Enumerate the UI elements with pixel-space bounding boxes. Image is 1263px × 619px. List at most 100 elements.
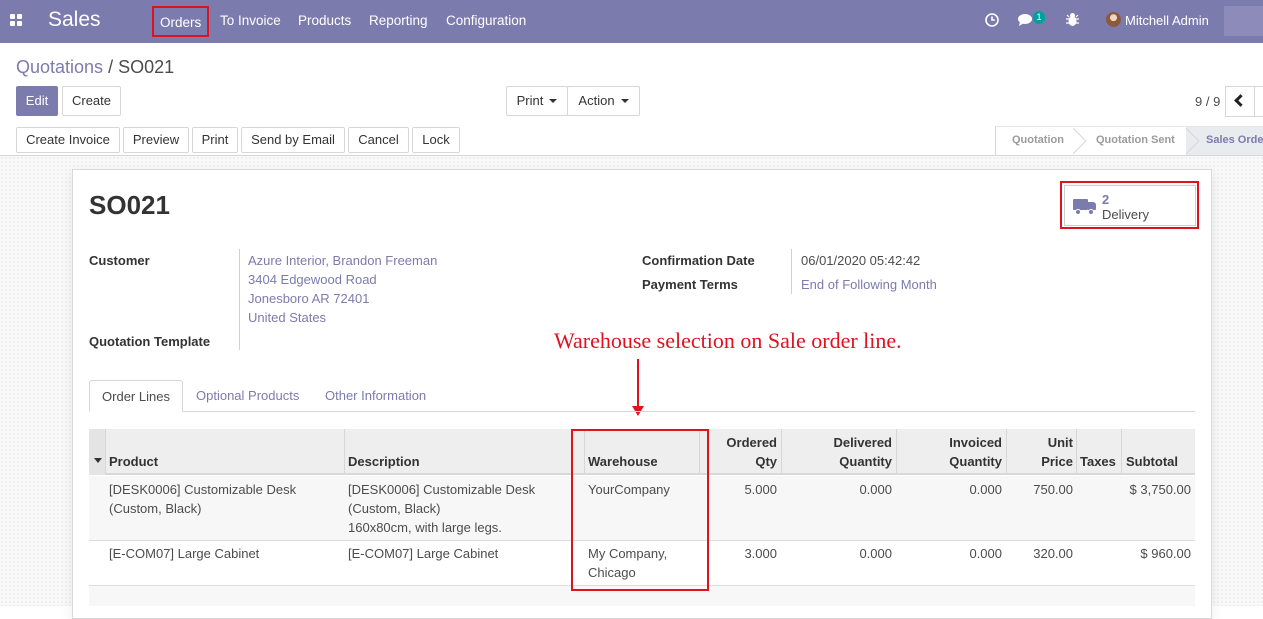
column-divider [105,429,106,475]
header-line: Unit [1047,435,1073,450]
annotation-text: Warehouse selection on Sale order line. [554,328,902,353]
cell-subtotal: $ 3,750.00 [1129,482,1191,497]
customer-label: Customer [89,253,150,268]
cell-subtotal: $ 960.00 [1140,546,1191,561]
action-label: Action [578,93,615,108]
preview-button[interactable]: Preview [123,127,189,153]
column-description[interactable]: Description [348,452,420,471]
confirmation-date-label: Confirmation Date [642,253,755,268]
column-product[interactable]: Product [109,452,158,471]
breadcrumb: Quotations / SO021 [16,57,174,78]
create-invoice-button[interactable]: Create Invoice [16,127,120,153]
header-line: Price [1041,454,1073,469]
header-line: Delivered [833,435,892,450]
statusbar-print-button[interactable]: Print [192,127,238,153]
stage-separator [1073,127,1091,155]
bug-icon[interactable] [1066,12,1079,27]
user-name[interactable]: Mitchell Admin [1125,13,1209,28]
customer-address-street: 3404 Edgewood Road [248,272,377,287]
app-name[interactable]: Sales [48,8,101,32]
tab-optional-products[interactable]: Optional Products [196,380,299,412]
column-ordered-qty[interactable]: Ordered Qty [704,433,777,471]
header-line: Invoiced [949,435,1002,450]
top-navbar: Sales Orders To Invoice Products Reporti… [0,0,1263,43]
column-subtotal[interactable]: Subtotal [1126,452,1178,471]
cell-product[interactable]: [E-COM07] Large Cabinet [109,544,259,563]
cell-unit-price[interactable]: 320.00 [1011,544,1073,563]
field-divider [239,249,240,350]
stage-sales-order[interactable]: Sales Order [1206,127,1263,155]
cell-description[interactable]: [E-COM07] Large Cabinet [348,544,498,563]
cell-delivered-qty[interactable]: 0.000 [786,480,892,499]
cell-product[interactable]: [DESK0006] Customizable Desk (Custom, Bla… [109,480,296,518]
stage-quotation[interactable]: Quotation [1012,127,1064,155]
cell-line: [DESK0006] Customizable Desk [109,482,297,497]
payment-terms-label: Payment Terms [642,277,738,292]
truck-icon [1073,199,1097,215]
chevron-left-icon [1234,94,1247,107]
column-invoiced-qty[interactable]: Invoiced Quantity [901,433,1002,471]
clock-icon[interactable] [985,13,999,27]
print-label: Print [516,93,544,108]
menu-configuration[interactable]: Configuration [446,13,526,28]
column-delivered-qty[interactable]: Delivered Quantity [786,433,892,471]
user-menu-overflow [1224,6,1263,36]
cell-line: 160x80cm, with large legs. [348,520,502,535]
edit-button[interactable]: Edit [16,86,58,116]
cell-description[interactable]: [DESK0006] Customizable Desk (Custom, Bla… [348,480,535,537]
column-taxes[interactable]: Taxes [1080,452,1116,471]
pager-previous-button[interactable] [1225,86,1255,117]
breadcrumb-separator: / [103,57,119,77]
quotation-template-label: Quotation Template [89,334,211,349]
column-divider [344,429,345,475]
record-title: SO021 [89,190,170,220]
highlight-box-warehouse [571,429,709,591]
column-divider [1006,429,1007,475]
cell-line: (Custom, Black) [348,501,441,516]
cell-unit-price[interactable]: 750.00 [1011,480,1073,499]
create-button[interactable]: Create [62,86,121,116]
annotation-arrow [637,359,639,408]
column-divider [896,429,897,475]
breadcrumb-current: SO021 [118,57,175,77]
caret-down-icon [549,98,558,103]
header-line: Qty [755,454,777,469]
apps-grid-icon[interactable] [10,14,23,27]
payment-terms-value[interactable]: End of Following Month [801,277,937,292]
customer-address-country: United States [248,310,327,325]
menu-orders[interactable]: Orders [152,6,210,37]
breadcrumb-quotations[interactable]: Quotations [16,57,103,77]
tab-other-information[interactable]: Other Information [325,380,426,412]
action-dropdown[interactable]: Action [567,86,640,116]
stage-quotation-sent[interactable]: Quotation Sent [1096,127,1175,155]
caret-down-icon [620,98,629,103]
pager-value[interactable]: 9 / 9 [1195,94,1220,109]
cell-delivered-qty[interactable]: 0.000 [786,544,892,563]
handle-column [89,429,105,475]
cell-ordered-qty[interactable]: 3.000 [704,544,777,563]
confirmation-date-value: 06/01/2020 05:42:42 [801,253,921,268]
column-unit-price[interactable]: Unit Price [1011,433,1073,471]
print-dropdown[interactable]: Print [506,86,568,116]
column-divider [781,429,782,475]
cancel-button[interactable]: Cancel [348,127,409,153]
cell-invoiced-qty[interactable]: 0.000 [901,544,1002,563]
cell-line: [DESK0006] Customizable Desk [348,482,536,497]
header-line: Quantity [949,454,1002,469]
user-avatar[interactable] [1106,12,1121,27]
header-line: Ordered [726,435,777,450]
send-by-email-button[interactable]: Send by Email [241,127,345,153]
cell-invoiced-qty[interactable]: 0.000 [901,480,1002,499]
pager-next-button[interactable] [1254,86,1263,117]
customer-name[interactable]: Azure Interior, Brandon Freeman [248,253,437,268]
menu-reporting[interactable]: Reporting [369,13,428,28]
menu-to-invoice[interactable]: To Invoice [220,13,281,28]
menu-products[interactable]: Products [298,13,351,28]
sort-caret-icon[interactable] [94,458,102,463]
lock-button[interactable]: Lock [412,127,460,153]
column-divider [1076,429,1077,475]
cell-line: (Custom, Black) [109,501,202,516]
cell-ordered-qty[interactable]: 5.000 [704,480,777,499]
tab-order-lines[interactable]: Order Lines [89,380,183,412]
stage-separator [1186,127,1204,155]
